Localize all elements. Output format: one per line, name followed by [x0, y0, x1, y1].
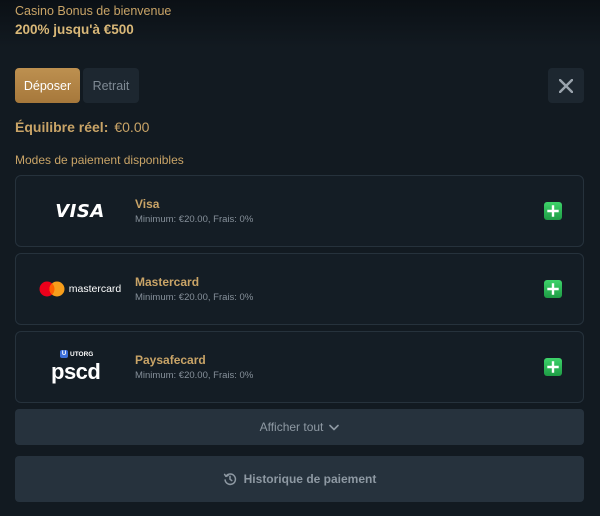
tab-deposit[interactable]: Déposer: [15, 68, 80, 103]
utorg-badge-letter: U: [60, 350, 68, 358]
visa-logo: VISA: [26, 176, 134, 246]
tab-withdraw[interactable]: Retrait: [83, 68, 139, 103]
method-detail: Minimum: €20.00, Frais: 0%: [135, 214, 254, 225]
add-visa-button[interactable]: [544, 202, 562, 220]
plus-icon: [547, 361, 559, 373]
visa-logo-text: VISA: [55, 200, 105, 222]
payment-method-mastercard[interactable]: mastercard Mastercard Minimum: €20.00, F…: [15, 253, 584, 325]
add-mastercard-button[interactable]: [544, 280, 562, 298]
close-button[interactable]: [548, 68, 584, 103]
show-all-label: Afficher tout: [259, 420, 324, 434]
mastercard-logo: mastercard: [26, 254, 134, 324]
utorg-badge: U UTORG: [60, 350, 93, 358]
plus-icon: [547, 205, 559, 217]
payment-history-button[interactable]: Historique de paiement: [15, 456, 584, 502]
payment-history-label: Historique de paiement: [243, 472, 377, 486]
payment-method-visa[interactable]: VISA Visa Minimum: €20.00, Frais: 0%: [15, 175, 584, 247]
method-detail: Minimum: €20.00, Frais: 0%: [135, 292, 254, 303]
add-paysafecard-button[interactable]: [544, 358, 562, 376]
promo-banner: Casino Bonus de bienvenue 200% jusqu'à €…: [0, 0, 600, 48]
method-detail: Minimum: €20.00, Frais: 0%: [135, 370, 254, 381]
paysafecard-logo: U UTORG pscd: [26, 332, 134, 402]
show-all-button[interactable]: Afficher tout: [15, 409, 584, 445]
method-name: Paysafecard: [135, 353, 206, 367]
paysafecard-logo-text: pscd: [51, 359, 101, 384]
method-name: Mastercard: [135, 275, 200, 289]
balance-label: Équilibre réel:: [15, 119, 109, 135]
chevron-down-icon: [329, 424, 340, 431]
mastercard-logo-text: mastercard: [68, 283, 122, 295]
plus-icon: [547, 283, 559, 295]
balance-amount: €0.00: [114, 119, 150, 135]
balance: Équilibre réel: €0.00: [15, 119, 149, 135]
mastercard-circles-icon: [39, 281, 65, 297]
section-title: Modes de paiement disponibles: [15, 153, 184, 167]
promo-label: Casino Bonus de bienvenue: [15, 4, 172, 18]
close-icon: [559, 78, 573, 93]
promo-offer: 200% jusqu'à €500: [15, 22, 134, 37]
utorg-badge-text: UTORG: [70, 350, 94, 358]
payment-method-paysafecard[interactable]: U UTORG pscd Paysafecard Minimum: €20.00…: [15, 331, 584, 403]
method-name: Visa: [135, 197, 160, 211]
history-icon: [223, 472, 237, 486]
